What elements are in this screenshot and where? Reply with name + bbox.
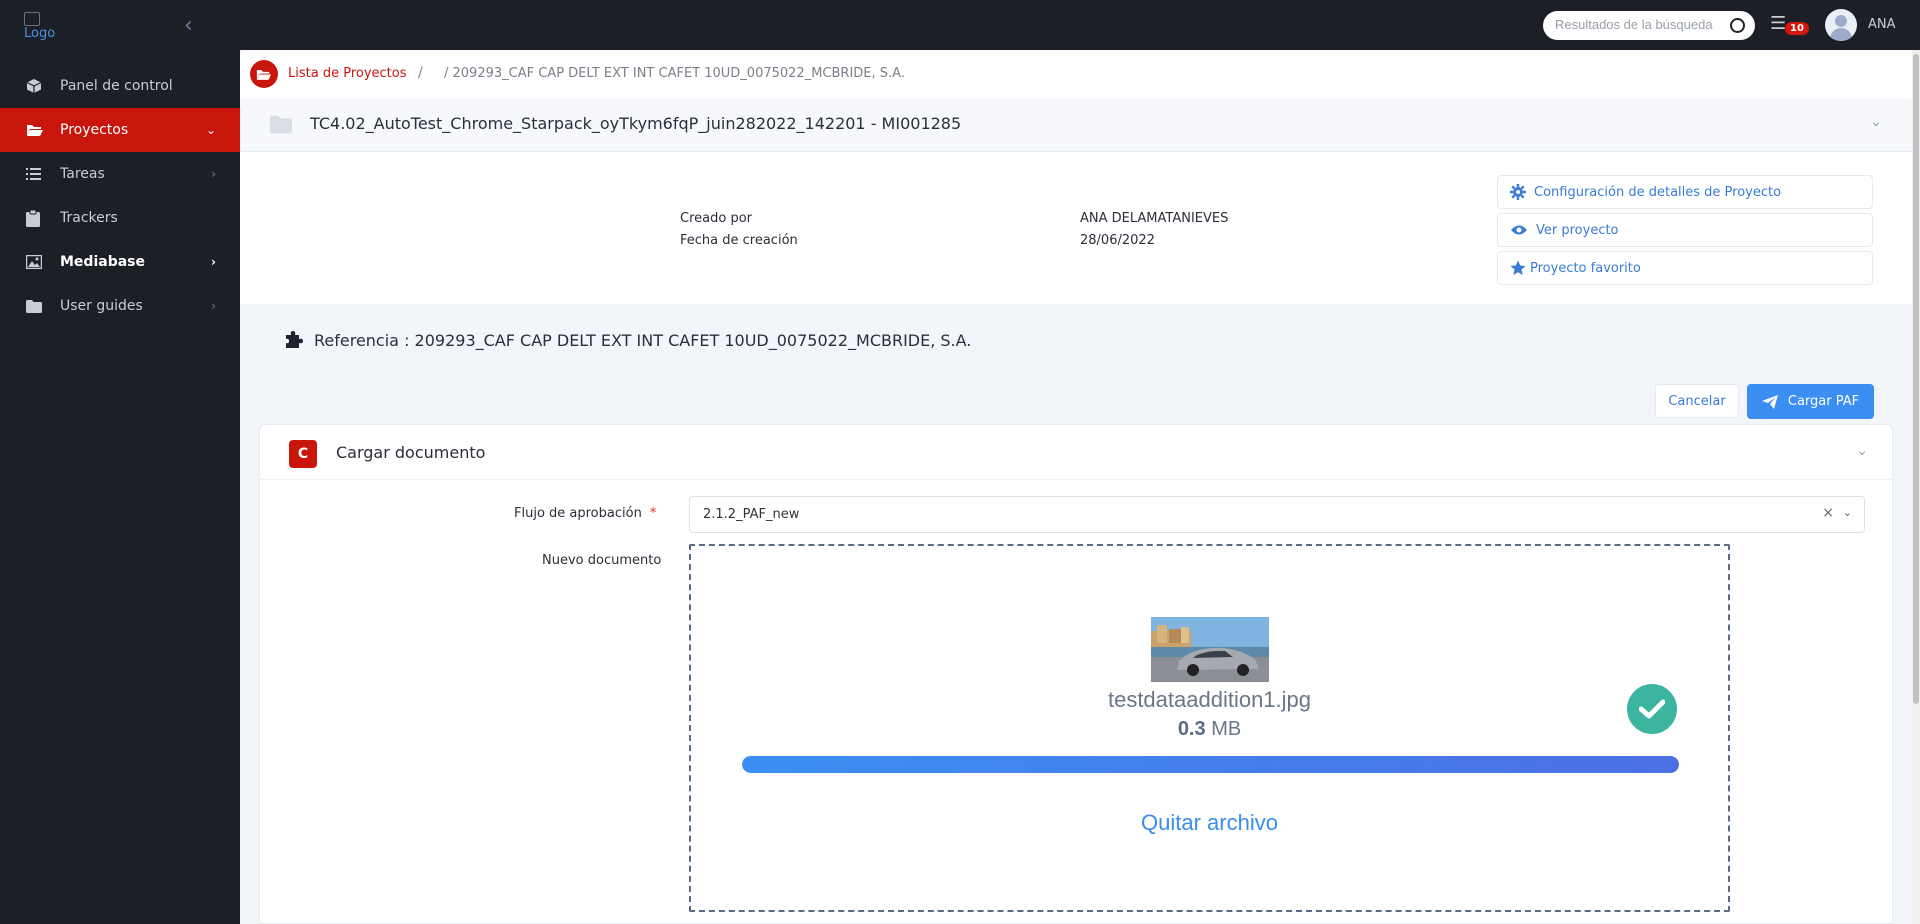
user-name[interactable]: ANA bbox=[1868, 17, 1896, 32]
reference-text: Referencia : 209293_CAF CAP DELT EXT INT… bbox=[314, 330, 972, 350]
logo[interactable]: Logo bbox=[24, 12, 55, 41]
created-by-value: ANA DELAMATANIEVES bbox=[1080, 211, 1229, 226]
gear-icon bbox=[1510, 184, 1526, 200]
breadcrumb-separator: / bbox=[418, 65, 423, 81]
image-icon bbox=[26, 255, 60, 269]
card-title: Cargar documento bbox=[336, 443, 486, 462]
topbar: ☰ 10 ANA bbox=[240, 0, 1920, 50]
required-mark: * bbox=[649, 506, 657, 521]
folder-open-icon bbox=[250, 60, 278, 88]
creation-date-value: 28/06/2022 bbox=[1080, 233, 1155, 248]
breadcrumb-link-projects[interactable]: Lista de Proyectos bbox=[288, 66, 407, 81]
project-config-label: Configuración de detalles de Proyecto bbox=[1534, 184, 1782, 200]
sidebar-item-label: Mediabase bbox=[60, 254, 145, 270]
approval-flow-label: Flujo de aprobación * bbox=[514, 506, 656, 521]
cancel-button[interactable]: Cancelar bbox=[1655, 384, 1739, 418]
scrollbar-thumb[interactable] bbox=[1913, 54, 1919, 704]
chevron-down-icon[interactable]: ⌄ bbox=[1843, 506, 1852, 519]
file-thumbnail bbox=[1151, 617, 1269, 682]
project-config-button[interactable]: Configuración de detalles de Proyecto bbox=[1497, 175, 1873, 209]
list-icon bbox=[26, 167, 60, 181]
sidebar: Logo ‹ Panel de control Proyectos ⌄ Tare… bbox=[0, 0, 240, 924]
sidebar-item-label: Tareas bbox=[60, 166, 105, 182]
sidebar-item-panel-de-control[interactable]: Panel de control bbox=[0, 64, 240, 108]
project-title: TC4.02_AutoTest_Chrome_Starpack_oyTkym6f… bbox=[310, 114, 962, 133]
breadcrumb: Lista de Proyectos / / 209293_CAF CAP DE… bbox=[240, 50, 1912, 98]
notification-badge: 10 bbox=[1785, 22, 1809, 35]
new-document-label: Nuevo documento bbox=[542, 553, 662, 568]
view-project-label: Ver proyecto bbox=[1536, 222, 1619, 238]
avatar-head bbox=[1835, 15, 1847, 27]
project-reference: Referencia : 209293_CAF CAP DELT EXT INT… bbox=[284, 330, 971, 350]
chevron-down-icon: ⌄ bbox=[205, 123, 216, 137]
clear-icon[interactable]: × bbox=[1822, 505, 1834, 521]
chevron-right-icon: › bbox=[211, 299, 216, 313]
avatar-body bbox=[1830, 28, 1852, 41]
puzzle-icon bbox=[286, 331, 303, 348]
favorite-project-button[interactable]: Proyecto favorito bbox=[1497, 251, 1873, 285]
favorite-project-label: Proyecto favorito bbox=[1530, 260, 1641, 276]
approval-flow-value: 2.1.2_PAF_new bbox=[703, 507, 800, 522]
upload-paf-button[interactable]: Cargar PAF bbox=[1747, 384, 1874, 419]
cube-icon bbox=[26, 78, 60, 94]
search-box[interactable] bbox=[1543, 11, 1755, 40]
file-size-value: 0.3 bbox=[1177, 718, 1206, 740]
send-icon bbox=[1761, 394, 1778, 409]
chevron-down-icon[interactable]: ⌄ bbox=[1856, 443, 1868, 459]
chevron-down-icon[interactable]: ⌄ bbox=[1870, 114, 1882, 130]
file-size-unit: MB bbox=[1211, 718, 1242, 740]
sidebar-item-tareas[interactable]: Tareas › bbox=[0, 152, 240, 196]
sidebar-item-label: User guides bbox=[60, 298, 143, 314]
folder-icon bbox=[270, 115, 292, 138]
created-by-label: Creado por bbox=[680, 211, 752, 226]
tasks-list-icon[interactable]: ☰ bbox=[1770, 15, 1786, 33]
project-header[interactable]: TC4.02_AutoTest_Chrome_Starpack_oyTkym6f… bbox=[240, 98, 1912, 152]
clipboard-icon bbox=[26, 209, 60, 227]
sidebar-item-label: Panel de control bbox=[60, 78, 173, 94]
eye-icon bbox=[1511, 225, 1527, 235]
star-icon bbox=[1510, 260, 1526, 275]
broken-image-icon bbox=[24, 12, 40, 26]
avatar[interactable] bbox=[1825, 9, 1857, 41]
upload-document-card: C Cargar documento ⌄ Flujo de aprobación… bbox=[259, 424, 1893, 924]
sidebar-nav: Panel de control Proyectos ⌄ Tareas › Tr… bbox=[0, 64, 240, 328]
file-size: 0.3 MB bbox=[691, 718, 1728, 741]
search-icon[interactable] bbox=[1730, 18, 1745, 33]
approval-flow-label-text: Flujo de aprobación bbox=[514, 506, 642, 521]
project-details: Creado por ANA DELAMATANIEVES Fecha de c… bbox=[240, 152, 1912, 304]
sidebar-item-trackers[interactable]: Trackers bbox=[0, 196, 240, 240]
chevron-right-icon: › bbox=[211, 255, 216, 269]
remove-file-link[interactable]: Quitar archivo bbox=[691, 810, 1728, 836]
check-icon bbox=[1627, 684, 1677, 734]
sidebar-item-label: Proyectos bbox=[60, 122, 129, 138]
sidebar-item-mediabase[interactable]: Mediabase › bbox=[0, 240, 240, 284]
upload-progress-fill bbox=[742, 756, 1679, 773]
file-name: testdataaddition1.jpg bbox=[1107, 687, 1312, 712]
chevron-right-icon: › bbox=[211, 167, 216, 181]
folder-open-icon bbox=[26, 123, 60, 137]
sidebar-item-proyectos[interactable]: Proyectos ⌄ bbox=[0, 108, 240, 152]
breadcrumb-current: / 209293_CAF CAP DELT EXT INT CAFET 10UD… bbox=[444, 66, 905, 81]
search-input[interactable] bbox=[1555, 17, 1725, 32]
card-header[interactable]: C Cargar documento ⌄ bbox=[260, 425, 1892, 480]
sidebar-item-user-guides[interactable]: User guides › bbox=[0, 284, 240, 328]
folder-icon bbox=[26, 299, 60, 313]
view-project-button[interactable]: Ver proyecto bbox=[1497, 213, 1873, 247]
page-scrollbar[interactable] bbox=[1912, 50, 1920, 924]
upload-paf-label: Cargar PAF bbox=[1787, 394, 1860, 409]
collapse-sidebar-icon[interactable]: ‹ bbox=[184, 15, 202, 37]
upload-progress-bar bbox=[742, 756, 1679, 773]
file-dropzone[interactable]: testdataaddition1.jpg 0.3 MB Quitar arch… bbox=[689, 544, 1730, 912]
sidebar-item-label: Trackers bbox=[60, 210, 118, 226]
card-badge: C bbox=[289, 440, 317, 468]
approval-flow-select[interactable]: 2.1.2_PAF_new × ⌄ bbox=[689, 496, 1865, 533]
logo-alt-text: Logo bbox=[24, 26, 56, 41]
creation-date-label: Fecha de creación bbox=[680, 233, 798, 248]
